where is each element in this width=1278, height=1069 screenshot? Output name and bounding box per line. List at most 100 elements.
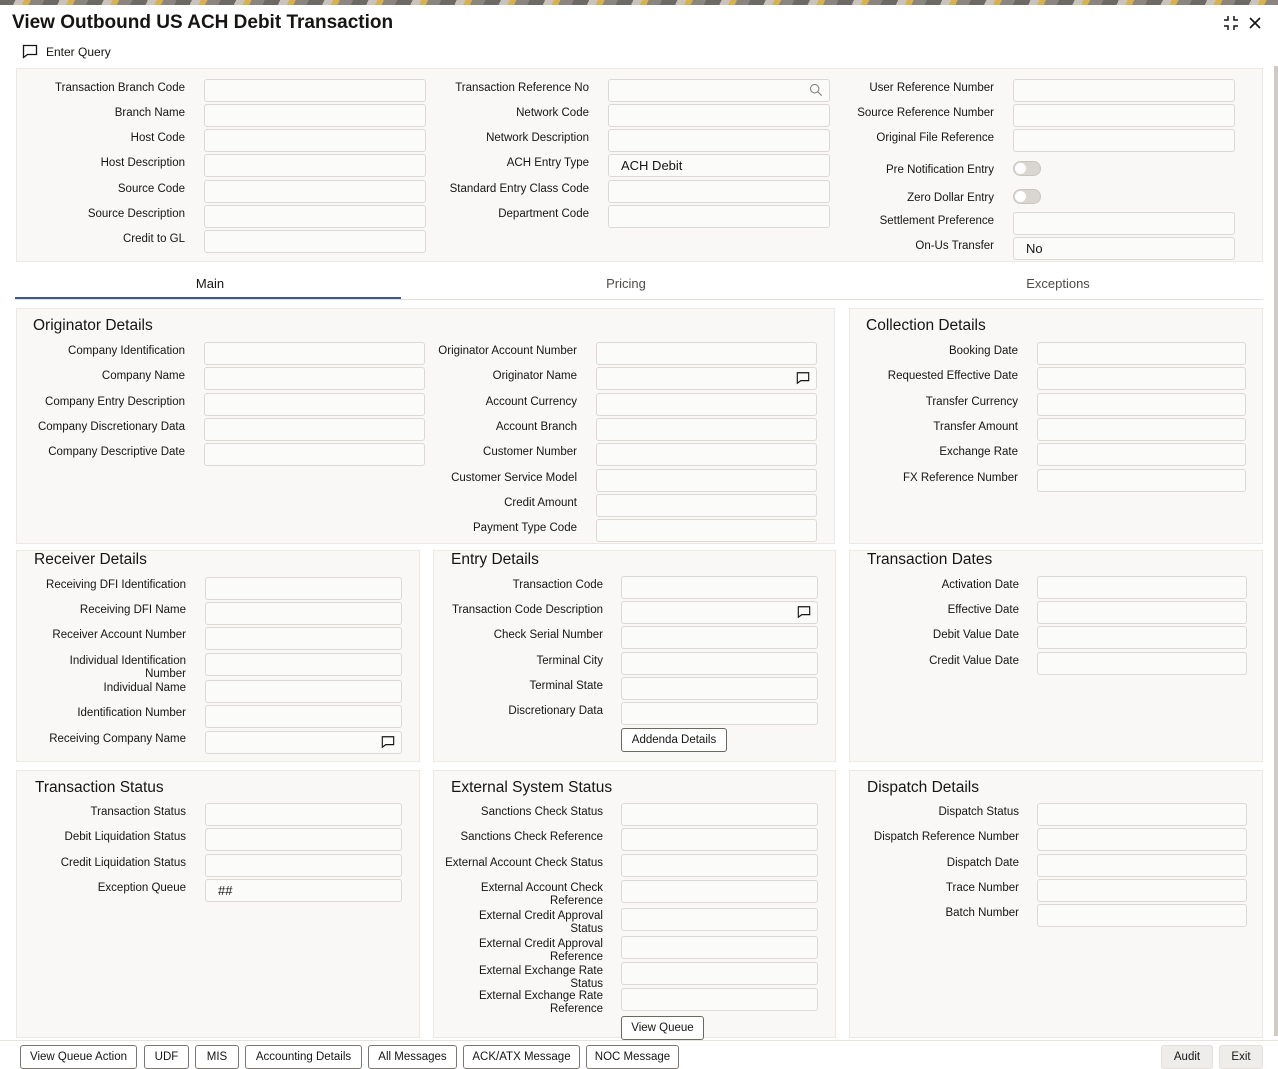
host-description-field[interactable] <box>204 154 426 177</box>
all-messages-button[interactable]: All Messages <box>368 1045 457 1069</box>
scrollbar[interactable] <box>1274 66 1278 1036</box>
close-icon[interactable] <box>1246 14 1264 32</box>
branch-name-field[interactable] <box>204 104 426 127</box>
exception-queue-value: ## <box>218 883 233 898</box>
view-queue-action-button[interactable]: View Queue Action <box>20 1045 137 1069</box>
transfer-amount-label: Transfer Amount <box>933 421 1018 433</box>
external-account-check-status-field[interactable] <box>621 854 818 877</box>
ack-atx-message-button[interactable]: ACK/ATX Message <box>463 1045 580 1069</box>
source-description-field[interactable] <box>204 205 426 228</box>
originator-name-field[interactable] <box>596 367 817 390</box>
original-file-reference-field[interactable] <box>1013 129 1235 152</box>
effective-date-label: Effective Date <box>947 604 1019 616</box>
debit-value-date-field[interactable] <box>1037 626 1247 649</box>
debit-liquidation-status-field[interactable] <box>205 828 402 851</box>
branch-name-label: Branch Name <box>114 107 185 119</box>
dispatch-status-field[interactable] <box>1037 803 1247 826</box>
on-us-transfer-field[interactable]: No <box>1013 237 1235 260</box>
exit-button[interactable]: Exit <box>1219 1045 1263 1069</box>
accounting-details-button[interactable]: Accounting Details <box>245 1045 362 1069</box>
booking-date-field[interactable] <box>1037 342 1246 365</box>
company-descriptive-date-field[interactable] <box>204 443 425 466</box>
standard-entry-class-code-field[interactable] <box>608 180 830 203</box>
tab-main[interactable]: Main <box>150 276 270 291</box>
identification-number-field[interactable] <box>205 705 402 728</box>
transaction-code-description-field[interactable] <box>621 601 818 624</box>
check-serial-number-field[interactable] <box>621 626 818 649</box>
trace-number-field[interactable] <box>1037 879 1247 902</box>
transaction-reference-no-field[interactable] <box>608 79 830 102</box>
minimize-icon[interactable] <box>1222 14 1240 32</box>
company-entry-description-field[interactable] <box>204 393 425 416</box>
mis-button[interactable]: MIS <box>195 1045 239 1069</box>
customer-number-field[interactable] <box>596 443 817 466</box>
source-code-field[interactable] <box>204 180 426 203</box>
credit-liquidation-status-field[interactable] <box>205 854 402 877</box>
zero-dollar-entry-toggle[interactable] <box>1013 189 1041 204</box>
network-description-field[interactable] <box>608 129 830 152</box>
pre-notification-entry-toggle[interactable] <box>1013 161 1041 176</box>
company-identification-field[interactable] <box>204 342 425 365</box>
udf-button[interactable]: UDF <box>144 1045 189 1069</box>
individual-identification-number-field[interactable] <box>205 653 402 676</box>
dispatch-reference-number-field[interactable] <box>1037 828 1247 851</box>
account-currency-field[interactable] <box>596 393 817 416</box>
credit-to-gl-field[interactable] <box>204 230 426 253</box>
activation-date-field[interactable] <box>1037 576 1247 599</box>
dispatch-date-field[interactable] <box>1037 854 1247 877</box>
company-discretionary-data-field[interactable] <box>204 418 425 441</box>
company-name-field[interactable] <box>204 367 425 390</box>
footer-bar: View Queue Action UDF MIS Accounting Det… <box>0 1040 1278 1069</box>
tab-pricing[interactable]: Pricing <box>566 276 686 291</box>
tab-exceptions[interactable]: Exceptions <box>998 276 1118 291</box>
addenda-details-button[interactable]: Addenda Details <box>621 728 727 752</box>
fx-reference-number-field[interactable] <box>1037 469 1246 492</box>
audit-button[interactable]: Audit <box>1161 1045 1213 1069</box>
transfer-currency-field[interactable] <box>1037 393 1246 416</box>
department-code-field[interactable] <box>608 205 830 228</box>
settlement-preference-field[interactable] <box>1013 212 1235 235</box>
transfer-amount-field[interactable] <box>1037 418 1246 441</box>
exception-queue-field[interactable]: ## <box>205 879 402 902</box>
external-account-check-reference-field[interactable] <box>621 880 818 903</box>
enter-query-button[interactable]: Enter Query <box>22 44 111 59</box>
receiving-dfi-identification-field[interactable] <box>205 577 402 600</box>
transaction-code-field[interactable] <box>621 576 818 599</box>
chat-icon <box>797 606 811 619</box>
terminal-state-field[interactable] <box>621 677 818 700</box>
credit-value-date-field[interactable] <box>1037 652 1247 675</box>
terminal-city-field[interactable] <box>621 652 818 675</box>
batch-number-field[interactable] <box>1037 904 1247 927</box>
scrollbar-thumb[interactable] <box>1274 66 1278 1036</box>
payment-type-code-field[interactable] <box>596 519 817 542</box>
originator-account-number-field[interactable] <box>596 342 817 365</box>
discretionary-data-field[interactable] <box>621 702 818 725</box>
source-reference-number-field[interactable] <box>1013 104 1235 127</box>
external-exchange-rate-status-field[interactable] <box>621 962 818 985</box>
sanctions-check-reference-field[interactable] <box>621 828 818 851</box>
noc-message-button[interactable]: NOC Message <box>586 1045 679 1069</box>
sanctions-check-status-field[interactable] <box>621 803 818 826</box>
customer-service-model-field[interactable] <box>596 469 817 492</box>
host-code-field[interactable] <box>204 129 426 152</box>
sanctions-check-reference-label: Sanctions Check Reference <box>460 831 603 843</box>
transaction-branch-code-field[interactable] <box>204 79 426 102</box>
transaction-status-field[interactable] <box>205 803 402 826</box>
ach-entry-type-field[interactable]: ACH Debit <box>608 154 830 177</box>
receiver-account-number-field[interactable] <box>205 627 402 650</box>
view-queue-button[interactable]: View Queue <box>621 1016 704 1040</box>
receiving-company-name-field[interactable] <box>205 731 402 754</box>
effective-date-field[interactable] <box>1037 601 1247 624</box>
requested-effective-date-field[interactable] <box>1037 367 1246 390</box>
external-exchange-rate-reference-field[interactable] <box>621 988 818 1011</box>
external-credit-approval-reference-field[interactable] <box>621 936 818 959</box>
receiving-dfi-name-field[interactable] <box>205 602 402 625</box>
credit-amount-field[interactable] <box>596 494 817 517</box>
exchange-rate-field[interactable] <box>1037 443 1246 466</box>
external-credit-approval-status-field[interactable] <box>621 908 818 931</box>
account-branch-field[interactable] <box>596 418 817 441</box>
network-code-field[interactable] <box>608 104 830 127</box>
user-reference-number-field[interactable] <box>1013 79 1235 102</box>
individual-name-field[interactable] <box>205 680 402 703</box>
window-title: View Outbound US ACH Debit Transaction <box>12 12 394 33</box>
